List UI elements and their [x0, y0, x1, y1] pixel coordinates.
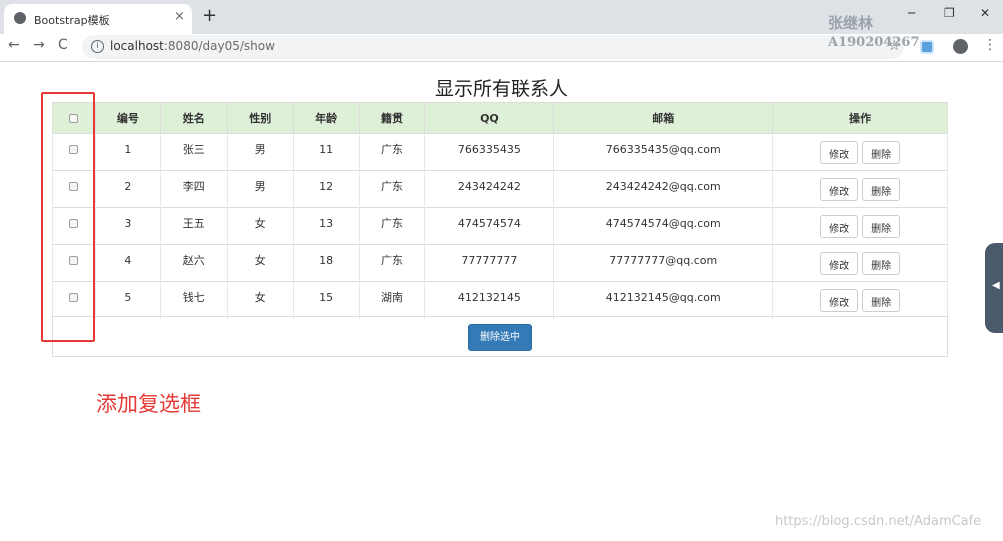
actions-cell: 修改 删除	[772, 281, 948, 319]
column-header: 年龄	[292, 102, 360, 134]
id-cell: 2	[94, 170, 161, 208]
qq-cell: 766335435	[424, 133, 555, 171]
hometown-cell: 广东	[358, 133, 426, 171]
email-cell: 474574574@qq.com	[553, 207, 774, 245]
id-cell: 1	[94, 133, 161, 171]
actions-cell: 修改 删除	[772, 170, 948, 208]
name-cell: 李四	[159, 170, 228, 208]
name-cell: 钱七	[159, 281, 228, 319]
hometown-cell: 湖南	[358, 281, 426, 319]
edit-button[interactable]: 修改	[820, 288, 859, 312]
age-cell: 12	[292, 170, 360, 208]
menu-icon[interactable]: ⋮	[983, 37, 997, 53]
id-cell: 4	[94, 244, 161, 282]
gender-cell: 男	[226, 170, 294, 208]
age-cell: 18	[292, 244, 360, 282]
contacts-table: 编号 姓名 性别 年龄 籍贯 QQ 邮箱 操作 1 张三 男 11 广东 766…	[52, 102, 948, 319]
footer-watermark: https://blog.csdn.net/AdamCafe	[775, 514, 982, 529]
address-bar[interactable]: i localhost:8080/day05/show ☆	[82, 35, 904, 59]
page-title: 显示所有联系人	[434, 78, 568, 100]
table-row: 5 钱七 女 15 湖南 412132145 412132145@qq.com …	[52, 281, 948, 319]
column-header: 性别	[226, 102, 294, 134]
email-cell: 243424242@qq.com	[553, 170, 774, 208]
email-cell: 766335435@qq.com	[553, 133, 774, 171]
minimize-icon[interactable]: ─	[908, 6, 915, 20]
edit-button[interactable]: 修改	[820, 177, 859, 201]
back-icon[interactable]: ←	[8, 37, 20, 53]
name-cell: 赵六	[159, 244, 228, 282]
extension-icon[interactable]	[920, 40, 934, 54]
actions-cell: 修改 删除	[772, 133, 948, 171]
delete-button[interactable]: 删除	[862, 140, 901, 164]
table-row: 4 赵六 女 18 广东 77777777 77777777@qq.com 修改…	[52, 244, 948, 282]
info-icon[interactable]: i	[91, 40, 104, 53]
chevron-left-icon[interactable]: ◀	[992, 280, 1000, 291]
age-cell: 13	[292, 207, 360, 245]
gender-cell: 女	[226, 207, 294, 245]
url-host: localhost	[110, 39, 164, 53]
column-header: 姓名	[159, 102, 228, 134]
hometown-cell: 广东	[358, 207, 426, 245]
delete-button[interactable]: 删除	[862, 177, 901, 201]
edit-button[interactable]: 修改	[820, 214, 859, 238]
reload-icon[interactable]: C	[58, 37, 68, 53]
new-tab-icon[interactable]: +	[202, 5, 217, 26]
name-cell: 张三	[159, 133, 228, 171]
age-cell: 11	[292, 133, 360, 171]
delete-selected-button[interactable]: 删除选中	[468, 324, 532, 351]
tab-close-icon[interactable]: ×	[174, 9, 185, 24]
qq-cell: 474574574	[424, 207, 555, 245]
gender-cell: 女	[226, 281, 294, 319]
table-header-row: 编号 姓名 性别 年龄 籍贯 QQ 邮箱 操作	[52, 102, 948, 134]
table-row: 2 李四 男 12 广东 243424242 243424242@qq.com …	[52, 170, 948, 208]
hometown-cell: 广东	[358, 244, 426, 282]
id-cell: 5	[94, 281, 161, 319]
url-text: localhost:8080/day05/show	[110, 39, 275, 53]
url-path: :8080/day05/show	[163, 39, 275, 53]
delete-button[interactable]: 删除	[862, 214, 901, 238]
edit-button[interactable]: 修改	[820, 140, 859, 164]
email-cell: 77777777@qq.com	[553, 244, 774, 282]
column-header: 邮箱	[553, 102, 774, 134]
gender-cell: 女	[226, 244, 294, 282]
delete-button[interactable]: 删除	[862, 251, 901, 275]
column-header: 编号	[94, 102, 161, 134]
column-header: 操作	[772, 102, 948, 134]
column-header: QQ	[424, 102, 555, 134]
watermark-id: A190204267	[828, 35, 920, 50]
hometown-cell: 广东	[358, 170, 426, 208]
actions-cell: 修改 删除	[772, 207, 948, 245]
id-cell: 3	[94, 207, 161, 245]
email-cell: 412132145@qq.com	[553, 281, 774, 319]
watermark-name: 张继林	[828, 14, 874, 32]
table-row: 1 张三 男 11 广东 766335435 766335435@qq.com …	[52, 133, 948, 171]
annotation-highlight-box	[41, 92, 95, 342]
globe-icon	[14, 12, 26, 24]
column-header: 籍贯	[358, 102, 426, 134]
close-window-icon[interactable]: ✕	[980, 6, 990, 20]
profile-icon[interactable]	[953, 39, 968, 54]
edit-button[interactable]: 修改	[820, 251, 859, 275]
delete-button[interactable]: 删除	[862, 288, 901, 312]
qq-cell: 243424242	[424, 170, 555, 208]
name-cell: 王五	[159, 207, 228, 245]
age-cell: 15	[292, 281, 360, 319]
actions-cell: 修改 删除	[772, 244, 948, 282]
tab-title: Bootstrap模板	[34, 14, 110, 27]
gender-cell: 男	[226, 133, 294, 171]
browser-tab[interactable]: Bootstrap模板 ×	[4, 4, 192, 34]
qq-cell: 77777777	[424, 244, 555, 282]
qq-cell: 412132145	[424, 281, 555, 319]
annotation-text: 添加复选框	[96, 392, 201, 416]
table-row: 3 王五 女 13 广东 474574574 474574574@qq.com …	[52, 207, 948, 245]
forward-icon[interactable]: →	[33, 37, 45, 53]
restore-icon[interactable]: ❐	[944, 6, 955, 20]
